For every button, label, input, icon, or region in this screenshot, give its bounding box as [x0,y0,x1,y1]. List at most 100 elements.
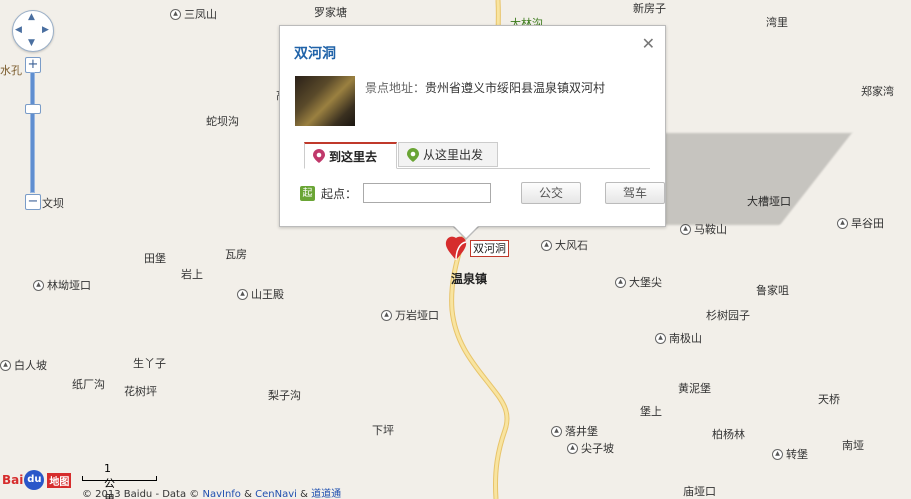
place-lizigou[interactable]: 梨子沟 [268,387,301,403]
cennavi-link[interactable]: CenNavi [255,489,297,499]
place-huangnibao[interactable]: 黄泥堡 [678,380,711,396]
place-label: 天桥 [818,393,840,406]
place-shanwangdian[interactable]: 山王殿 [237,286,284,302]
start-badge: 起 [300,185,315,201]
place-label: 山王殿 [251,288,284,301]
mountain-icon [655,332,666,344]
pan-up-icon[interactable]: ▲ [28,13,35,22]
place-shengyaya[interactable]: 生丫子 [133,355,166,371]
place-nanjishan[interactable]: 南极山 [655,330,702,346]
place-tianbao[interactable]: 田堡 [144,250,166,266]
place-label: 水孔 [0,64,22,77]
copyright: © 2013 Baidu - Data © NavInfo & CenNavi … [82,485,341,499]
place-label: 尖子坡 [581,442,614,455]
place-label: 大堡尖 [629,276,662,289]
place-label: 林坳垭口 [47,279,91,292]
place-label: 下坪 [372,424,394,437]
mountain-icon [837,217,848,229]
place-label: 梨子沟 [268,389,301,402]
place-linaoyakou[interactable]: 林坳垭口 [33,277,91,293]
place-label: 生丫子 [133,357,166,370]
place-label: 庙垭口 [683,485,716,498]
place-label: 湾里 [766,16,788,29]
place-xinfangzi[interactable]: 新房子 [633,0,666,16]
navinfo-link[interactable]: NavInfo [202,489,240,499]
paw-icon: du [24,470,45,490]
pan-left-icon[interactable]: ◀ [15,26,22,35]
zoom-in-button[interactable]: + [25,57,41,73]
place-label: 瓦房 [225,248,247,261]
pan-right-icon[interactable]: ▶ [42,26,49,35]
place-luojingbao[interactable]: 落井堡 [551,423,598,439]
place-label: 黄泥堡 [678,382,711,395]
place-label: 大风石 [555,239,588,252]
start-point-input[interactable] [363,183,492,203]
place-label: 鲁家咀 [756,284,789,297]
attraction-thumbnail[interactable] [295,76,355,126]
place-label: 转堡 [786,448,808,461]
place-label: 旱谷田 [851,217,884,230]
daodaotong-link[interactable]: 道道通 [311,489,341,499]
location-marker-icon[interactable] [444,235,468,261]
pan-control[interactable]: ▲ ▼ ◀ ▶ [12,10,54,52]
drive-button[interactable]: 驾车 [605,182,666,204]
place-label: 三凤山 [184,8,217,21]
tab-go-here-label: 到这里去 [329,149,378,164]
place-wanli[interactable]: 湾里 [766,14,788,30]
bus-button[interactable]: 公交 [521,182,582,204]
place-zhengjiawan[interactable]: 郑家湾 [861,83,894,99]
info-window: 双河洞 ✕ 景点地址：贵州省遵义市绥阳县温泉镇双河村 到这里去 从这里出发 起 … [279,25,666,227]
town-label[interactable]: 温泉镇 [451,270,487,287]
scale-line [82,476,157,481]
place-luojiatang[interactable]: 罗家塘 [314,4,347,20]
place-sanfengshan[interactable]: 三凤山 [170,6,217,22]
mountain-icon [615,276,626,288]
place-label: 柏杨林 [712,428,745,441]
place-xiaping[interactable]: 下坪 [372,422,394,438]
start-point-row: 起 起点： 公交 驾车 [300,182,666,204]
place-label: 堡上 [640,405,662,418]
start-label: 起点： [321,186,358,201]
place-wanyanyakou[interactable]: 万岩垭口 [381,307,439,323]
zoom-out-button[interactable]: − [25,194,41,210]
place-zaogutian[interactable]: 旱谷田 [837,215,884,231]
mountain-icon [237,288,248,300]
pin-green-icon [407,147,419,162]
place-bairenpo[interactable]: 白人坡 [0,357,47,373]
mountain-icon [772,448,783,460]
mountain-icon [0,359,11,371]
baidu-map-logo[interactable]: Bai du 地图 [2,470,72,490]
place-baoshang[interactable]: 堡上 [640,403,662,419]
place-shuikong[interactable]: 水孔 [0,62,22,78]
tab-start-here[interactable]: 从这里出发 [398,142,498,167]
place-zhuanbao[interactable]: 转堡 [772,446,808,462]
zoom-slider-handle[interactable] [25,104,41,114]
place-nanya[interactable]: 南垭 [842,437,864,453]
place-wenba[interactable]: 文坝 [42,195,64,211]
place-tangyakou[interactable]: 庙垭口 [683,483,716,499]
place-lujiaming[interactable]: 鲁家咀 [756,282,789,298]
place-wafang[interactable]: 瓦房 [225,246,247,262]
place-bobagou[interactable]: 蛇坝沟 [206,113,239,129]
place-huashuping[interactable]: 花树坪 [124,383,157,399]
address-value: 贵州省遵义市绥阳县温泉镇双河村 [425,81,606,95]
marker-label[interactable]: 双河洞 [470,240,509,257]
logo-bai: Bai [2,473,24,487]
place-tianqiao[interactable]: 天桥 [818,391,840,407]
attraction-address: 景点地址：贵州省遵义市绥阳县温泉镇双河村 [365,79,605,96]
place-label: 文坝 [42,197,64,210]
address-label: 景点地址： [365,81,426,95]
place-yanshang[interactable]: 岩上 [181,266,203,282]
place-label: 白人坡 [14,359,47,372]
place-shamuyuanzi[interactable]: 杉树园子 [706,307,750,323]
map-canvas[interactable]: 三凤山 罗家塘 大林沟 新房子 湾里 水孔 郑家湾 蛇坝沟 文坝 大槽垭口 旱谷… [0,0,911,499]
place-dabaojian[interactable]: 大堡尖 [615,274,662,290]
place-baiyanglin[interactable]: 柏杨林 [712,426,745,442]
place-zhichanggou[interactable]: 纸厂沟 [72,376,105,392]
place-dafengshi[interactable]: 大风石 [541,237,588,253]
tab-go-here[interactable]: 到这里去 [304,142,397,169]
pan-down-icon[interactable]: ▼ [28,39,35,48]
close-icon[interactable]: ✕ [642,34,655,53]
zoom-slider-track[interactable] [30,72,35,193]
place-jianzipo[interactable]: 尖子坡 [567,440,614,456]
